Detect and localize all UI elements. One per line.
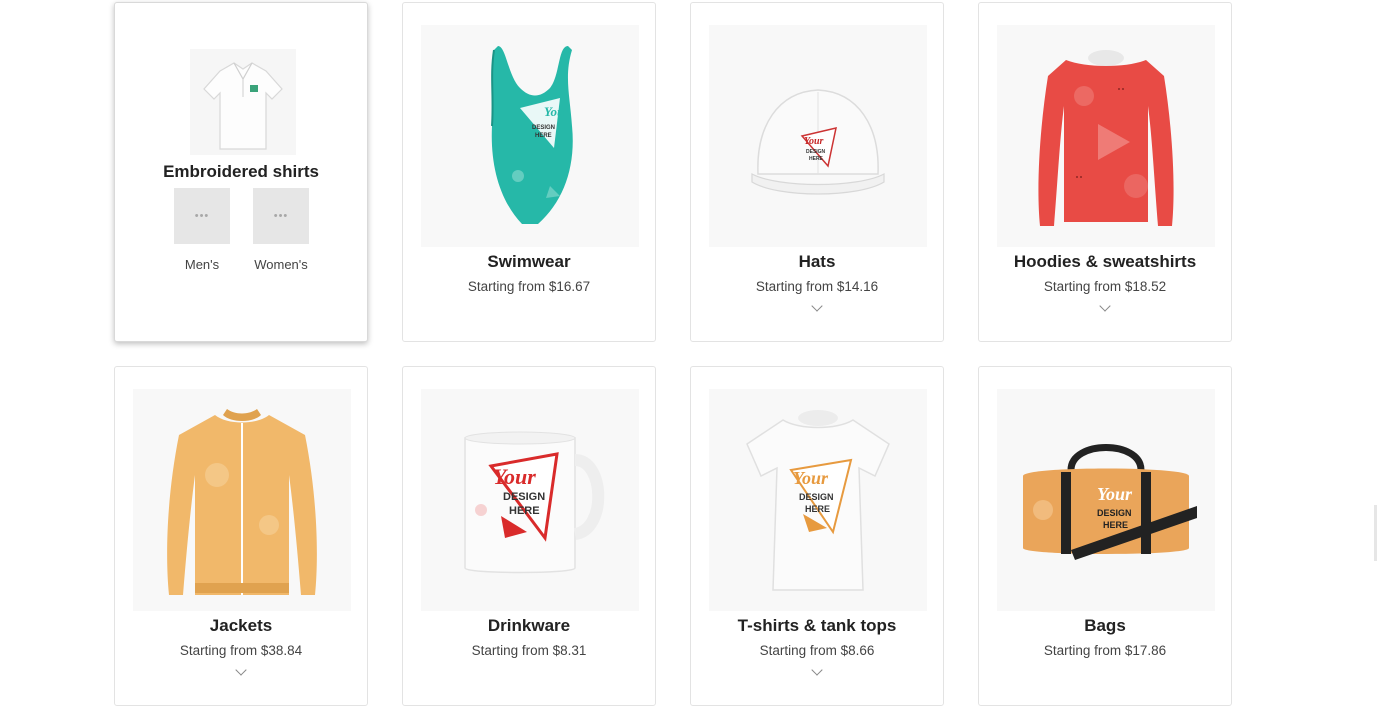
category-title: Drinkware: [487, 616, 571, 635]
category-card-embroidered-shirts[interactable]: Embroidered shirts ••• Men's ••• Women's: [114, 2, 368, 342]
category-price: Starting from $14.16: [755, 279, 879, 294]
design-badge-word3: HERE: [1103, 520, 1128, 530]
category-title: T-shirts & tank tops: [737, 616, 897, 635]
hat-image: Your DESIGN HERE: [709, 25, 927, 247]
design-badge-word1: Your: [804, 136, 824, 147]
category-price: Starting from $8.31: [471, 643, 587, 658]
sweatshirt-image: [997, 25, 1215, 247]
design-badge-word3: HERE: [535, 133, 552, 139]
design-badge-word1: Your: [544, 104, 570, 119]
design-badge-word2: DESIGN: [503, 491, 545, 503]
subcategory-label-womens[interactable]: Women's: [241, 257, 321, 272]
category-card-jackets[interactable]: Jackets Starting from $38.84: [114, 366, 368, 706]
design-badge-word1: Your: [493, 464, 536, 489]
design-badge-word2: DESIGN: [1097, 508, 1132, 518]
subcategory-label-mens[interactable]: Men's: [162, 257, 242, 272]
category-card-bags[interactable]: Your DESIGN HERE Bags Starting from $17.…: [978, 366, 1232, 706]
chevron-down-icon[interactable]: [1099, 300, 1111, 312]
category-price: Starting from $16.67: [467, 279, 591, 294]
loading-dots-icon: •••: [194, 210, 210, 222]
design-badge-word3: HERE: [805, 504, 830, 514]
category-title: Embroidered shirts: [163, 162, 319, 181]
duffel-bag-image: Your DESIGN HERE: [997, 389, 1215, 611]
subcategory-thumb-womens[interactable]: •••: [253, 188, 309, 244]
category-price: Starting from $8.66: [759, 643, 875, 658]
polo-shirt-image: [190, 49, 296, 155]
chevron-down-icon[interactable]: [811, 300, 823, 312]
design-badge-word3: HERE: [809, 156, 824, 162]
tshirt-image: Your DESIGN HERE: [709, 389, 927, 611]
category-title: Hoodies & sweatshirts: [1013, 252, 1197, 271]
jacket-image: [133, 389, 351, 611]
loading-dots-icon: •••: [273, 210, 289, 222]
category-price: Starting from $38.84: [179, 643, 303, 658]
swimsuit-image: Your DESIGN HERE: [421, 25, 639, 247]
chevron-down-icon[interactable]: [811, 664, 823, 676]
design-badge-word1: Your: [1097, 484, 1133, 504]
category-card-hats[interactable]: Your DESIGN HERE Hats Starting from $14.…: [690, 2, 944, 342]
category-price: Starting from $18.52: [1043, 279, 1167, 294]
design-badge-word1: Your: [793, 468, 829, 488]
category-card-hoodies-sweatshirts[interactable]: Hoodies & sweatshirts Starting from $18.…: [978, 2, 1232, 342]
design-badge-word2: DESIGN: [799, 492, 834, 502]
category-title: Hats: [798, 252, 836, 271]
category-price: Starting from $17.86: [1043, 643, 1167, 658]
category-title: Bags: [1084, 616, 1126, 635]
design-badge-word2: DESIGN: [806, 149, 826, 155]
category-card-tshirts-tank-tops[interactable]: Your DESIGN HERE T-shirts & tank tops St…: [690, 366, 944, 706]
category-card-drinkware[interactable]: Your DESIGN HERE Drinkware Starting from…: [402, 366, 656, 706]
subcategory-thumb-mens[interactable]: •••: [174, 188, 230, 244]
design-badge-word3: HERE: [509, 505, 540, 517]
category-card-swimwear[interactable]: Your DESIGN HERE Swimwear Starting from …: [402, 2, 656, 342]
mug-image: Your DESIGN HERE: [421, 389, 639, 611]
design-badge-word2: DESIGN: [532, 125, 555, 131]
chevron-down-icon[interactable]: [235, 664, 247, 676]
category-title: Jackets: [209, 616, 273, 635]
category-title: Swimwear: [487, 252, 571, 271]
